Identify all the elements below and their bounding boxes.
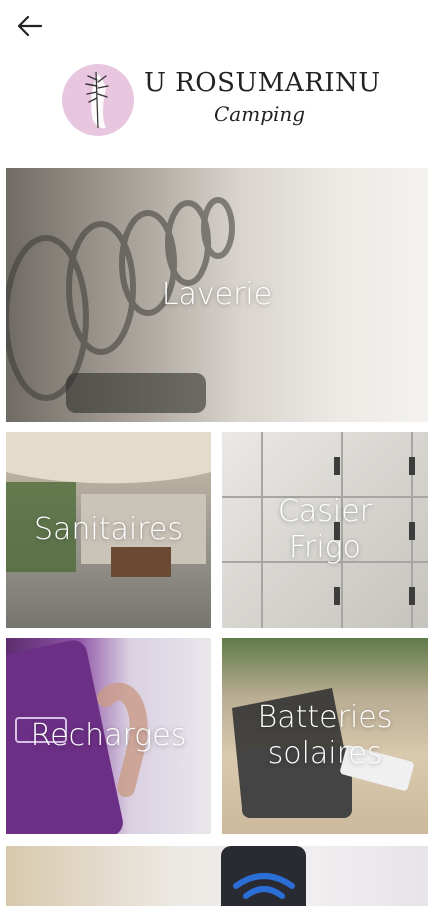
logo-title: U ROSUMARINU	[144, 68, 381, 98]
tile-partial[interactable]	[6, 846, 428, 906]
app-header: U ROSUMARINU Camping	[0, 0, 434, 160]
tile-sanitaires[interactable]: Sanitaires	[6, 432, 211, 628]
tile-batteries-solaires[interactable]: Batteries solaires	[222, 638, 428, 834]
tile-laverie[interactable]: Laverie	[6, 168, 428, 422]
tile-casier-frigo[interactable]: Casier Frigo	[222, 432, 428, 628]
tile-label: Sanitaires	[33, 512, 184, 547]
camping-logo: U ROSUMARINU Camping	[62, 62, 382, 142]
tile-label: Casier Frigo	[277, 494, 373, 565]
logo-emblem	[62, 64, 134, 136]
back-button[interactable]	[14, 10, 46, 42]
logo-subtitle: Camping	[214, 102, 306, 126]
tile-recharges[interactable]: Recharges	[6, 638, 211, 834]
wifi-image	[221, 846, 306, 906]
tile-label: Batteries solaires	[257, 700, 393, 771]
tile-label: Recharges	[30, 718, 187, 753]
tile-label: Laverie	[161, 277, 273, 312]
arrow-left-icon	[17, 15, 43, 37]
